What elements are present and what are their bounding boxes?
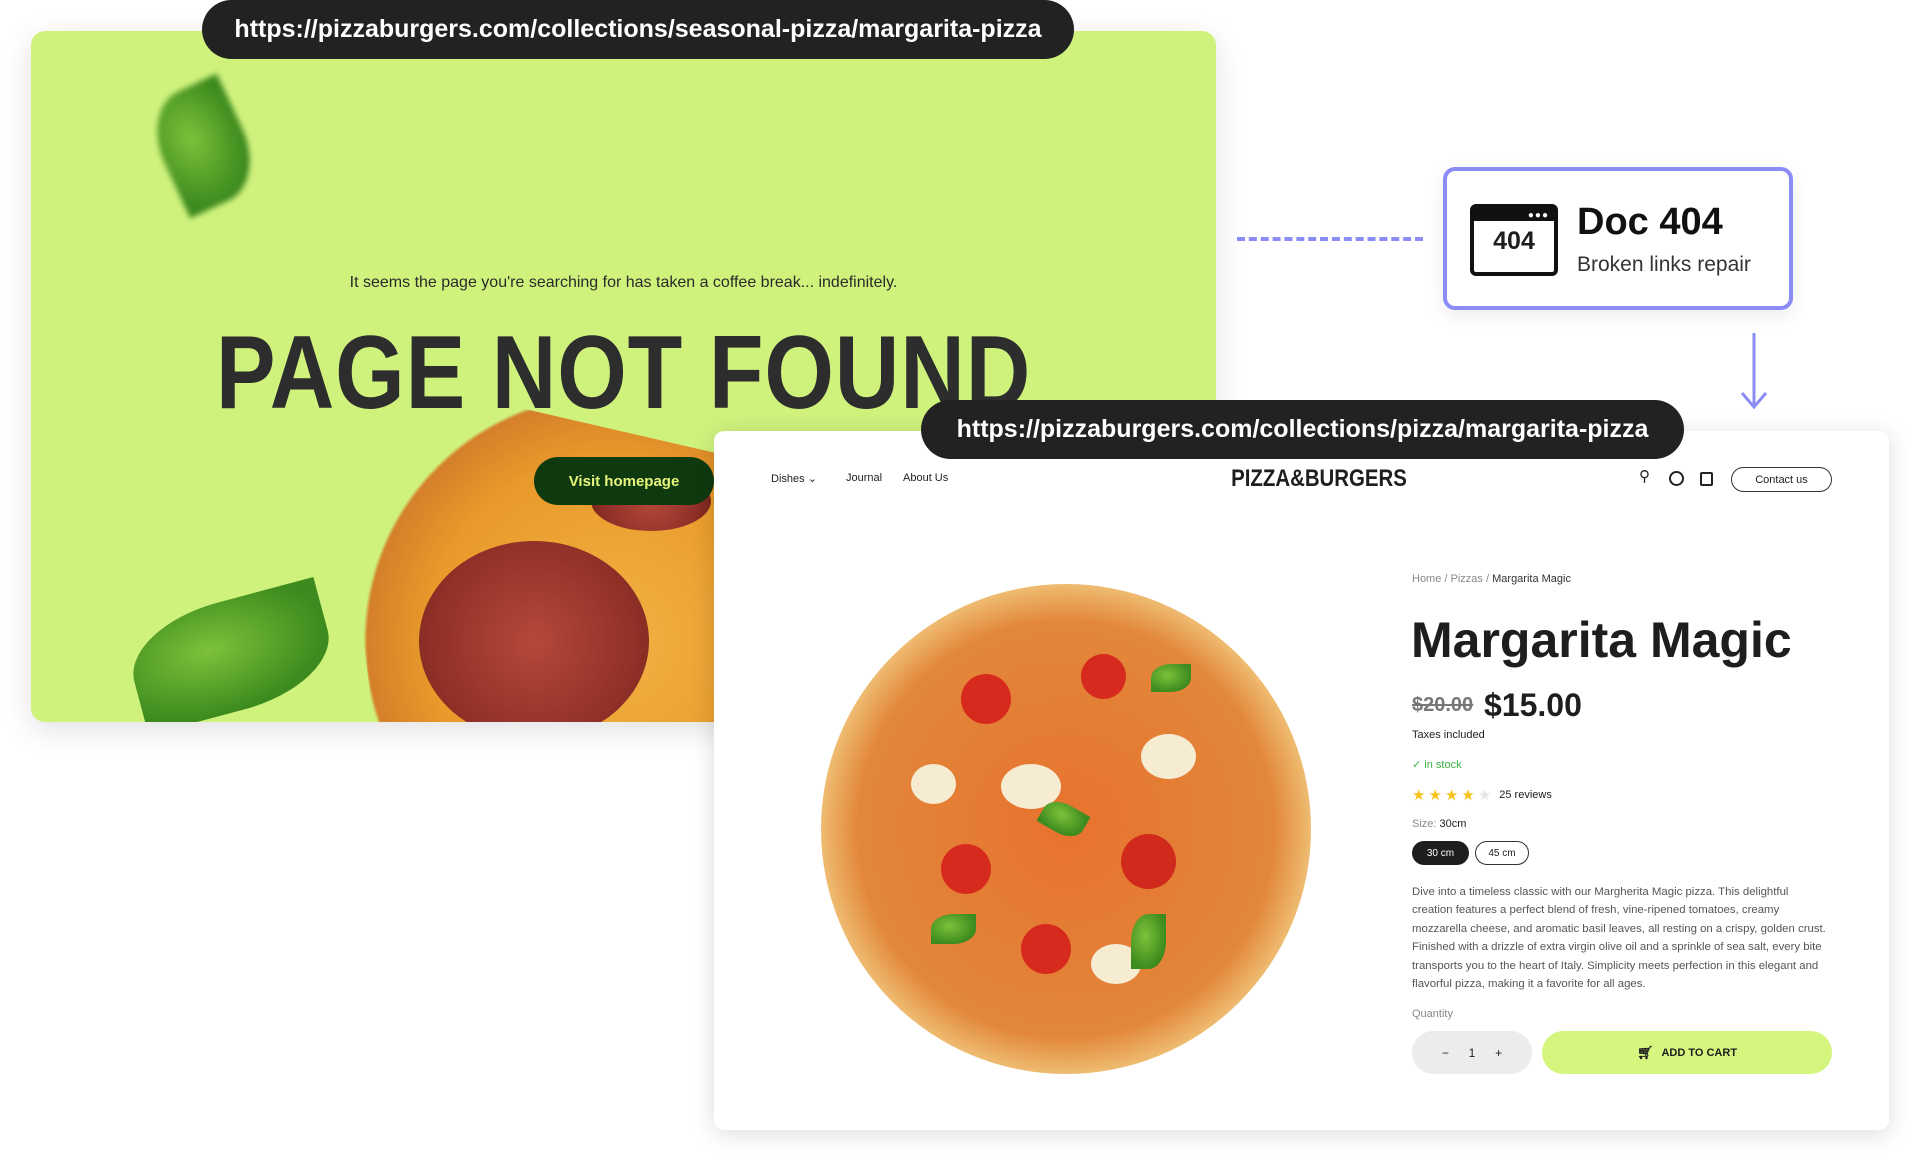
margherita-pizza-image — [821, 584, 1311, 1074]
size-value: 30cm — [1439, 818, 1467, 830]
reviews-count[interactable]: 25 reviews — [1499, 789, 1552, 801]
basil-leaf-image — [139, 73, 268, 219]
minus-icon[interactable]: − — [1442, 1046, 1449, 1060]
quantity-label: Quantity — [1412, 1008, 1453, 1020]
taxes-note: Taxes included — [1412, 729, 1485, 741]
rating[interactable]: ★ ★ ★ ★ ★ 25 reviews — [1412, 786, 1552, 804]
product-page-screenshot: Dishes ⌄ Journal About Us PIZZA&BURGERS … — [714, 431, 1889, 1130]
size-label-text: Size: — [1412, 818, 1437, 830]
plus-icon[interactable]: + — [1495, 1046, 1502, 1060]
add-to-cart-button[interactable]: 🛒︎ ADD TO CART — [1542, 1031, 1832, 1074]
nav-journal[interactable]: Journal — [846, 472, 882, 484]
visit-homepage-button[interactable]: Visit homepage — [534, 457, 714, 505]
doc404-subtitle: Broken links repair — [1577, 253, 1751, 276]
quantity-stepper[interactable]: − 1 + — [1412, 1031, 1532, 1074]
dashed-connector — [1237, 237, 1423, 241]
star-empty-icon: ★ — [1477, 787, 1492, 804]
nav-dishes[interactable]: Dishes ⌄ — [771, 472, 817, 485]
new-url-bar: https://pizzaburgers.com/collections/piz… — [921, 400, 1684, 459]
search-icon[interactable]: ⚲ — [1639, 467, 1650, 485]
size-option-45[interactable]: 45 cm — [1475, 841, 1529, 865]
breadcrumb-pizzas[interactable]: Pizzas — [1451, 573, 1483, 585]
breadcrumb-current: Margarita Magic — [1492, 573, 1571, 585]
doc404-title: Doc 404 — [1577, 201, 1723, 243]
icon-404-text: 404 — [1493, 227, 1535, 255]
site-logo[interactable]: PIZZA&BURGERS — [1213, 465, 1426, 493]
breadcrumb-home[interactable]: Home — [1412, 573, 1441, 585]
contact-us-button[interactable]: Contact us — [1731, 467, 1832, 492]
product-title: Margarita Magic — [1411, 612, 1792, 668]
arrow-down-icon — [1740, 333, 1768, 411]
old-price: $20.00 — [1412, 694, 1474, 716]
breadcrumb-sep: / — [1444, 573, 1448, 585]
size-label: Size: 30cm — [1412, 818, 1466, 830]
not-found-subtitle: It seems the page you're searching for h… — [349, 274, 898, 291]
quantity-value[interactable]: 1 — [1469, 1046, 1476, 1060]
old-url-bar: https://pizzaburgers.com/collections/sea… — [202, 0, 1074, 59]
bag-icon[interactable] — [1700, 472, 1713, 486]
breadcrumb: Home / Pizzas / Margarita Magic — [1412, 573, 1571, 585]
product-description: Dive into a timeless classic with our Ma… — [1412, 886, 1826, 991]
chevron-down-icon: ⌄ — [807, 473, 817, 485]
stock-status: ✓ in stock — [1412, 758, 1462, 771]
nav-dishes-label: Dishes — [771, 473, 805, 485]
star-filled-icon: ★ — [1412, 787, 1426, 804]
stock-text: in stock — [1424, 759, 1462, 771]
cart-icon: 🛒︎ — [1636, 1044, 1654, 1060]
nav-about-us[interactable]: About Us — [903, 472, 948, 484]
size-option-30[interactable]: 30 cm — [1412, 841, 1469, 865]
star-filled-icon: ★ — [1428, 787, 1442, 804]
current-price: $15.00 — [1484, 687, 1582, 723]
browser-404-icon: ●●● 404 — [1470, 204, 1558, 276]
check-icon: ✓ — [1412, 759, 1422, 771]
breadcrumb-sep: / — [1486, 573, 1490, 585]
star-filled-icon: ★ — [1444, 787, 1459, 804]
basil-leaf-image — [120, 576, 342, 722]
add-to-cart-label: ADD TO CART — [1661, 1046, 1738, 1059]
star-filled-icon: ★ — [1461, 787, 1475, 804]
doc404-card: ●●● 404 Doc 404 Broken links repair — [1443, 167, 1793, 310]
account-icon[interactable] — [1669, 471, 1684, 486]
